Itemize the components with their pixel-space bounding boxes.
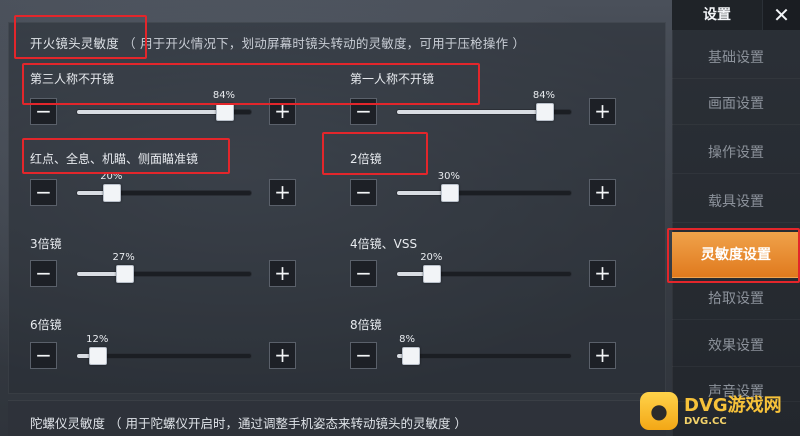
slider-fill: [397, 110, 545, 114]
decrease-button[interactable]: −: [30, 342, 57, 369]
slider-handle[interactable]: [89, 347, 108, 365]
highlight-box-sensitivity-menu: [667, 228, 800, 283]
decrease-button[interactable]: −: [350, 260, 377, 287]
sidebar-item[interactable]: 拾取设置: [672, 278, 800, 320]
close-button[interactable]: ✕: [763, 0, 800, 30]
decrease-button[interactable]: −: [30, 260, 57, 287]
section-title-subtitle: （ 用于开火情况下，划动屏幕时镜头转动的灵敏度，可用于压枪操作 ）: [123, 36, 526, 51]
sidebar-item[interactable]: 操作设置: [672, 132, 800, 174]
sensitivity-slider[interactable]: 84%: [76, 90, 252, 121]
slider-handle[interactable]: [103, 184, 122, 202]
slider-handle[interactable]: [423, 265, 442, 283]
sidebar-item[interactable]: 效果设置: [672, 325, 800, 367]
highlight-box-no-scope-row: [22, 63, 480, 105]
sidebar-item[interactable]: 基础设置: [672, 37, 800, 79]
highlight-box-red-dot: [22, 138, 230, 174]
watermark-url: DVG.CC: [684, 415, 727, 427]
increase-button[interactable]: +: [589, 260, 616, 287]
slider-value: 12%: [86, 334, 109, 345]
slider-value: 20%: [420, 252, 443, 263]
highlight-box-2x-scope: [322, 132, 428, 175]
slider-handle[interactable]: [115, 265, 134, 283]
decrease-button[interactable]: −: [350, 179, 377, 206]
slider-value: 8%: [399, 334, 415, 345]
slider-label: 4倍镜、VSS: [350, 237, 418, 251]
slider-value: 30%: [437, 171, 461, 182]
slider-value: 27%: [112, 252, 135, 263]
increase-button[interactable]: +: [269, 342, 296, 369]
slider-handle[interactable]: [440, 184, 459, 202]
increase-button[interactable]: +: [589, 98, 616, 125]
watermark-logo-icon: ●: [640, 392, 678, 430]
sensitivity-slider[interactable]: 20%: [396, 252, 572, 283]
slider-label: 6倍镜: [30, 318, 62, 332]
slider-handle[interactable]: [215, 103, 234, 121]
sidebar-item[interactable]: 载具设置: [672, 181, 800, 223]
sensitivity-slider[interactable]: 84%: [396, 90, 572, 121]
sidebar-item[interactable]: 画面设置: [672, 83, 800, 125]
watermark: ● DVG游戏网 DVG.CC: [640, 386, 800, 436]
slider-handle[interactable]: [402, 347, 421, 365]
sidebar-title: 设置: [672, 0, 762, 30]
slider-value: 84%: [532, 90, 556, 101]
slider-label: 3倍镜: [30, 237, 62, 251]
gyro-section-title: 陀螺仪灵敏度 （ 用于陀螺仪开启时，通过调整手机姿态来转动镜头的灵敏度 ）: [30, 416, 467, 431]
sensitivity-slider[interactable]: 30%: [396, 171, 572, 202]
sensitivity-slider[interactable]: 20%: [76, 171, 252, 202]
increase-button[interactable]: +: [269, 260, 296, 287]
decrease-button[interactable]: −: [30, 179, 57, 206]
slider-fill: [77, 110, 225, 114]
sensitivity-slider[interactable]: 12%: [76, 334, 252, 365]
increase-button[interactable]: +: [269, 179, 296, 206]
watermark-title: DVG游戏网: [684, 394, 782, 416]
highlight-box-section-title: [14, 15, 147, 59]
sensitivity-slider[interactable]: 27%: [76, 252, 252, 283]
increase-button[interactable]: +: [589, 179, 616, 206]
sensitivity-slider[interactable]: 8%: [396, 334, 572, 365]
increase-button[interactable]: +: [589, 342, 616, 369]
slider-handle[interactable]: [535, 103, 554, 121]
decrease-button[interactable]: −: [350, 342, 377, 369]
slider-label: 8倍镜: [350, 318, 382, 332]
